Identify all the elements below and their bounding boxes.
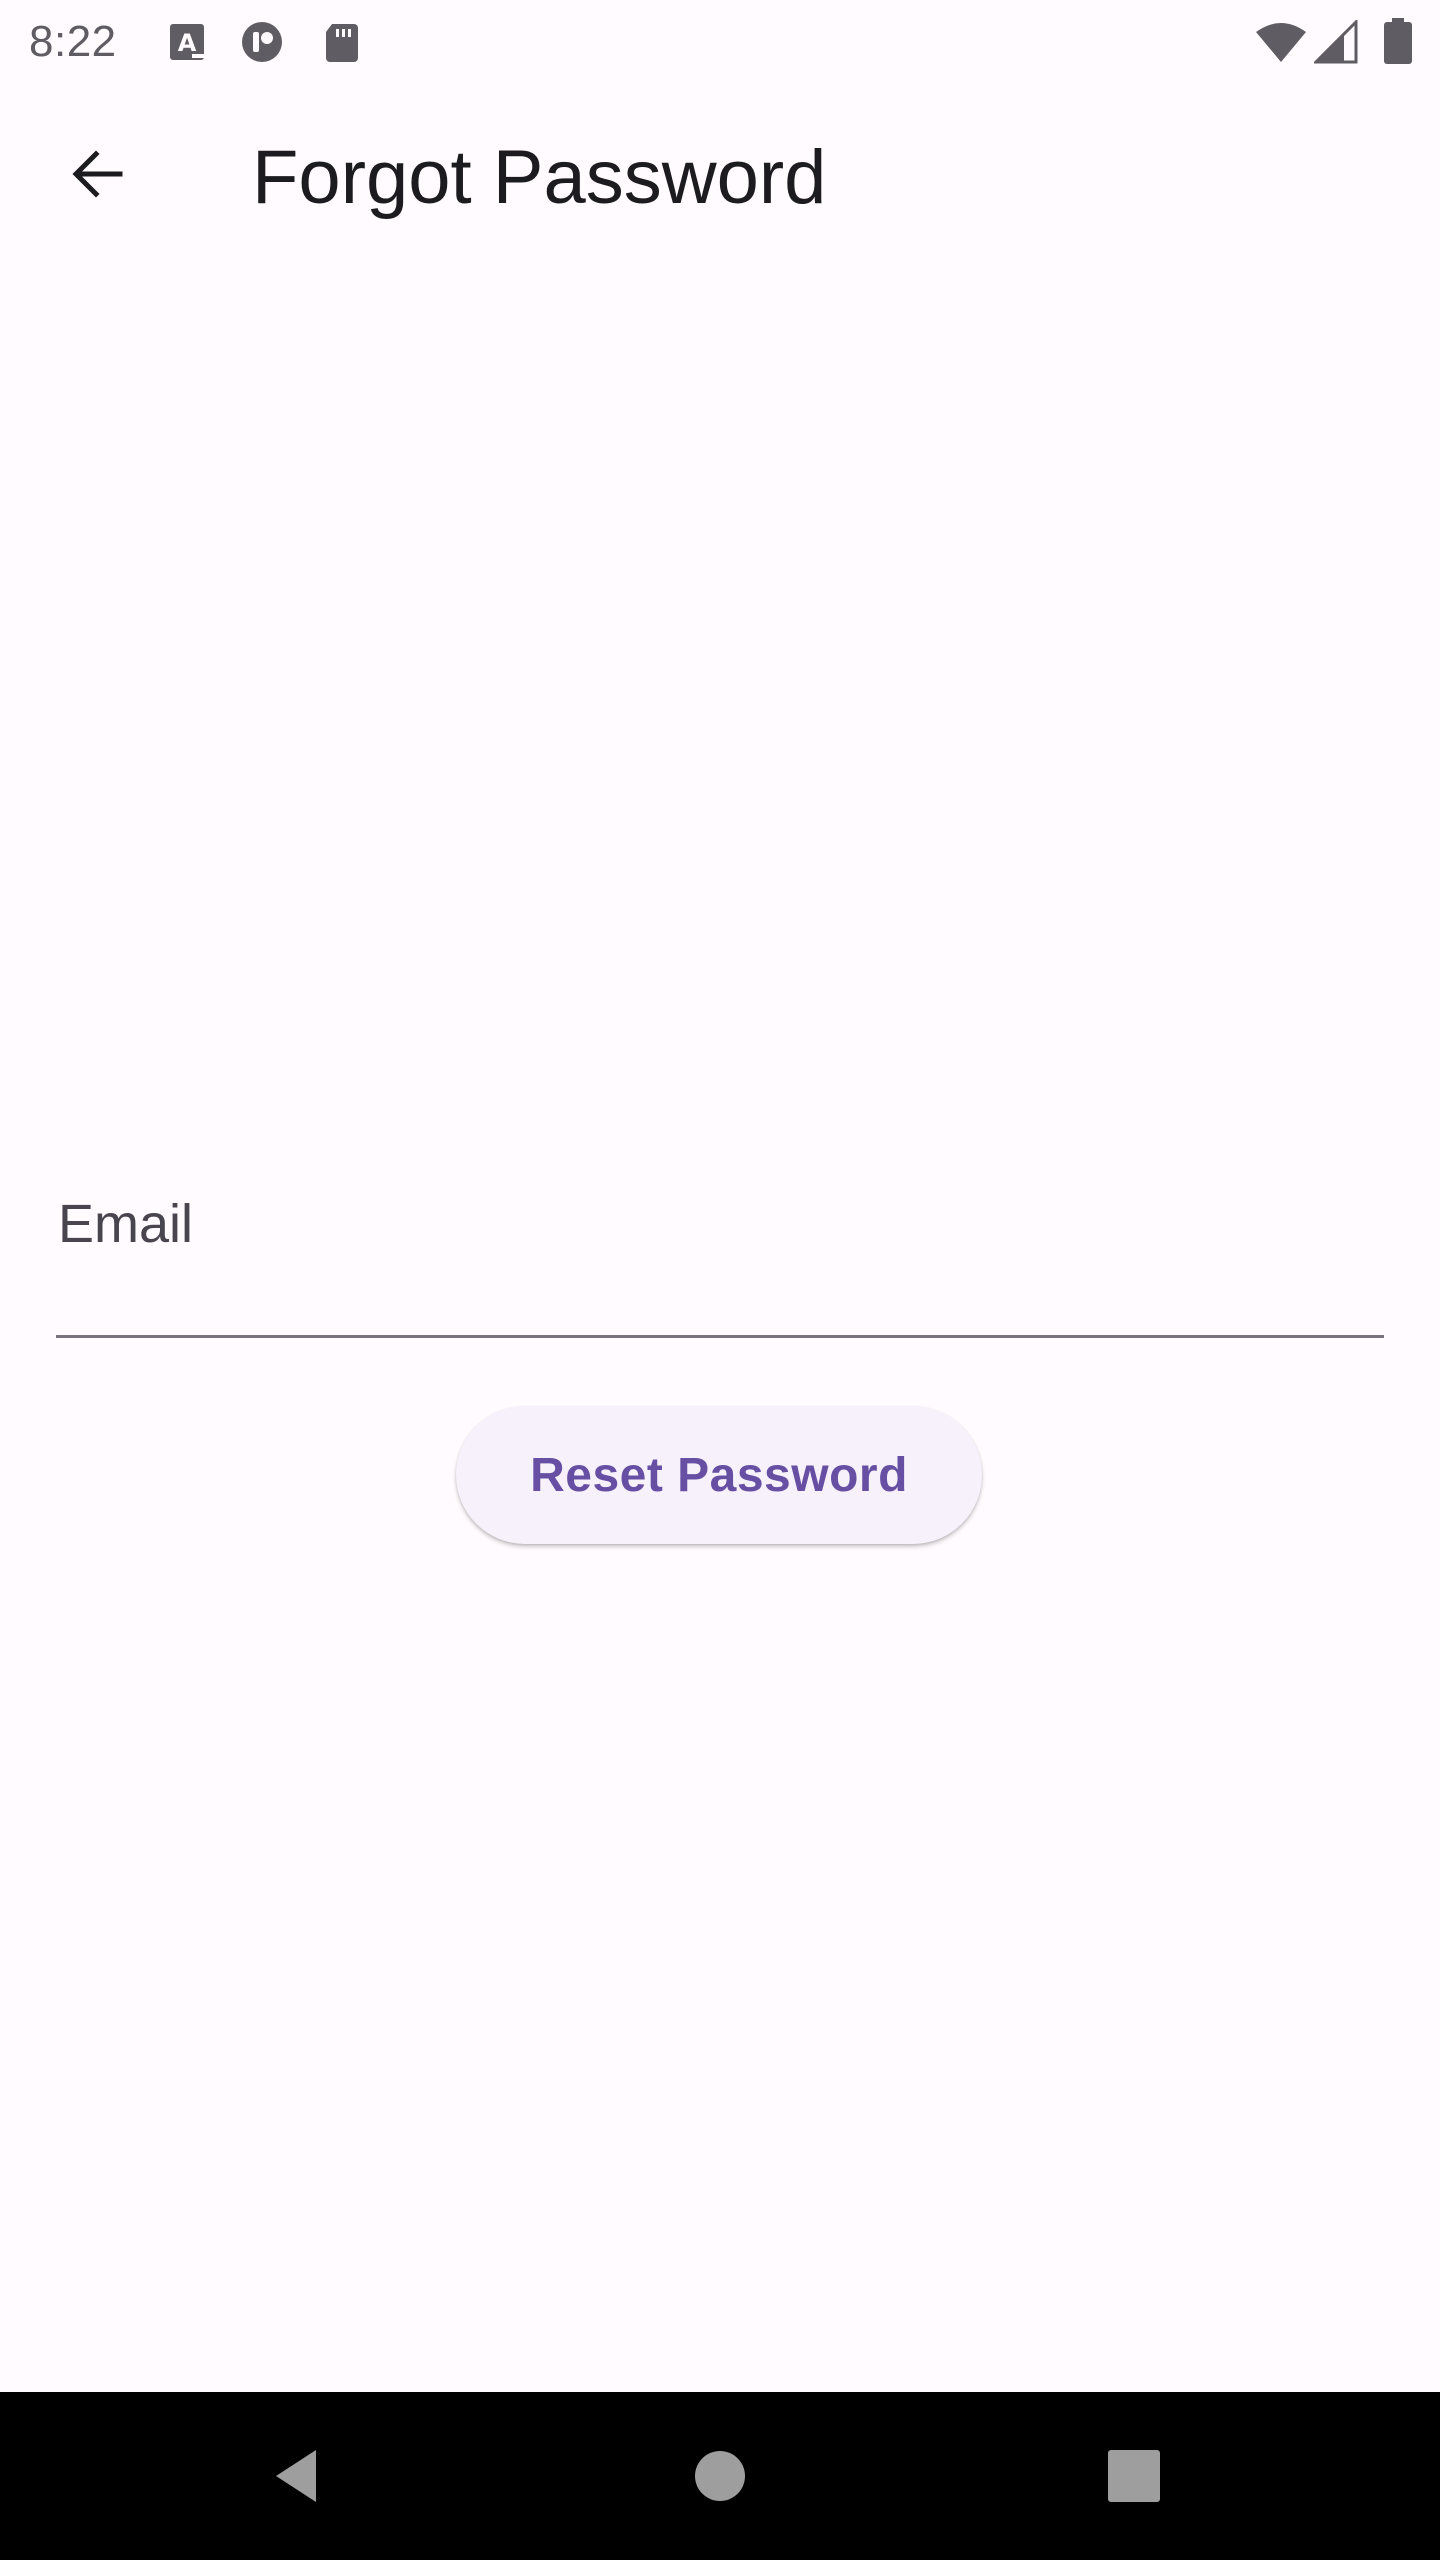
sd-card-icon — [320, 20, 364, 64]
navigation-bar — [0, 2392, 1440, 2560]
email-label: Email — [58, 1194, 194, 1254]
app-notification-icon — [240, 20, 284, 64]
status-bar: 8:22 A — [0, 0, 1440, 84]
nav-home-button[interactable] — [670, 2426, 770, 2526]
status-time: 8:22 — [29, 17, 117, 66]
email-underline — [56, 1335, 1384, 1338]
page-title: Forgot Password — [252, 135, 827, 220]
nav-back-icon — [276, 2450, 316, 2502]
nav-back-button[interactable] — [250, 2426, 350, 2526]
cell-signal-icon — [1314, 20, 1360, 64]
battery-icon — [1382, 18, 1414, 66]
font-notification-icon: A — [166, 20, 210, 64]
nav-home-icon — [695, 2451, 745, 2501]
nav-recents-icon — [1108, 2450, 1160, 2502]
svg-text:A: A — [178, 29, 197, 57]
email-input[interactable] — [56, 1260, 1384, 1332]
email-field[interactable]: Email — [56, 1160, 1384, 1338]
arrow-back-icon — [72, 150, 123, 198]
reset-password-button[interactable]: Reset Password — [456, 1406, 982, 1544]
wifi-icon — [1254, 20, 1308, 64]
back-button[interactable] — [50, 126, 146, 222]
app-bar: Forgot Password — [0, 84, 1440, 276]
nav-recents-button[interactable] — [1084, 2426, 1184, 2526]
